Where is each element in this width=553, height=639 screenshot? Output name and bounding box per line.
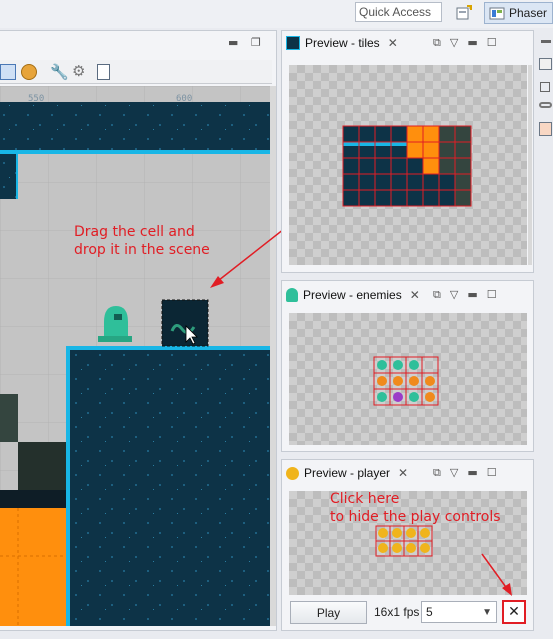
tab-preview-player-label: Preview - player [304,466,391,480]
new-view-icon[interactable]: ⧉ [433,466,441,480]
wrench-icon[interactable]: 🔧 [50,63,69,81]
enemies-spritesheet [373,356,439,406]
play-button[interactable]: Play [290,601,367,624]
perspective-phaser-button[interactable]: Phaser [484,2,553,24]
drag-annotation-line-2: drop it in the scene [74,242,210,258]
play-annotation-line-1: Click here [330,491,400,507]
fps-select[interactable]: 5 ▼ [421,601,497,623]
maximize-icon[interactable]: ☐ [487,466,497,480]
close-icon[interactable]: ✕ [410,288,420,302]
close-icon[interactable]: ✕ [398,466,408,480]
minimize-icon[interactable] [541,40,551,43]
preview-enemies-controls: ⧉ ▽ ▬ ☐ [433,288,497,302]
close-arrow [481,553,512,596]
maximize-icon[interactable]: ☐ [487,288,497,302]
fps-select-value: 5 [426,605,433,619]
preview-enemies-canvas[interactable] [289,313,527,445]
palette-icon[interactable] [21,64,37,80]
scene-vertical-scrollbar[interactable] [270,86,276,626]
quick-access-field[interactable]: Quick Access [355,2,442,22]
document-icon[interactable] [97,64,110,80]
hide-play-controls-button[interactable]: ✕ [502,600,526,624]
view-icon[interactable] [539,58,552,70]
minimize-icon[interactable]: ▬ [467,466,477,480]
tiles-spritesheet [342,125,472,207]
tab-preview-tiles[interactable]: Preview - tiles ✕ [286,36,398,50]
view-menu-icon[interactable]: ▽ [450,288,458,302]
tab-preview-enemies[interactable]: Preview - enemies ✕ [286,288,420,302]
tab-preview-enemies-label: Preview - enemies [303,288,402,302]
image-icon[interactable] [539,122,552,136]
new-view-icon[interactable]: ⧉ [433,36,441,50]
grid-view-icon[interactable] [0,64,16,80]
new-view-icon[interactable]: ⧉ [433,288,441,302]
tab-preview-player[interactable]: Preview - player ✕ [286,466,408,480]
tiles-icon [286,36,300,50]
preview-tiles-scrollbar[interactable] [528,65,532,265]
open-perspective-icon[interactable] [456,5,472,21]
perspective-label: Phaser [509,6,548,20]
scene-canvas[interactable]: 550 600 Drag the cell and drop it in the… [0,86,270,626]
preview-tiles-canvas[interactable] [289,65,527,265]
play-annotation-line-2: to hide the play controls [330,509,501,525]
link-icon[interactable] [539,102,552,108]
play-controls-annotation: Click here to hide the play controls [330,490,501,526]
gear-icon[interactable]: ⚙ [72,62,85,80]
minimize-icon[interactable]: ▬ [228,36,238,49]
maximize-icon[interactable]: ☐ [487,36,497,50]
ruler-tick-550: 550 [28,94,45,104]
scene-tiles [0,86,270,626]
minimize-icon[interactable]: ▬ [467,36,477,50]
drag-annotation-line-1: Drag the cell and [74,224,195,240]
drag-annotation: Drag the cell and drop it in the scene [74,223,210,259]
chevron-down-icon: ▼ [482,606,492,618]
view-menu-icon[interactable]: ▽ [450,36,458,50]
side-trim-stack [538,30,553,190]
tab-preview-tiles-label: Preview - tiles [305,36,380,50]
restore-icon[interactable] [540,82,550,92]
maximize-icon[interactable]: ❐ [251,36,261,49]
enemy-icon [286,288,298,302]
scene-editor-toolbar: 🔧 ⚙ [0,60,272,84]
preview-player-controls: ⧉ ▽ ▬ ☐ [433,466,497,480]
ruler-tick-600: 600 [176,94,193,104]
preview-tiles-controls: ⧉ ▽ ▬ ☐ [433,36,497,50]
player-icon [286,466,299,480]
close-icon[interactable]: ✕ [388,36,398,50]
view-menu-icon[interactable]: ▽ [450,466,458,480]
minimize-icon[interactable]: ▬ [467,288,477,302]
editor-pane-controls: ▬ ❐ [228,36,268,50]
phaser-perspective-icon [489,7,505,20]
fps-label: 16x1 fps [374,605,420,619]
